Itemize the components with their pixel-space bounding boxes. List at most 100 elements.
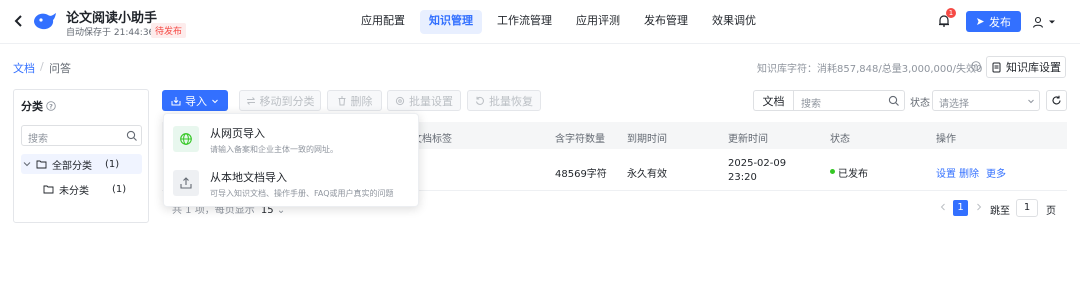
publish-label: 发布: [989, 15, 1011, 29]
import-label: 导入: [185, 94, 207, 108]
svg-text:?: ?: [49, 102, 53, 110]
breadcrumb-qa[interactable]: 问答: [49, 60, 71, 76]
caret-down-icon: [1049, 20, 1055, 24]
back-arrow-icon[interactable]: [12, 14, 26, 28]
row-status: 已发布: [838, 169, 868, 180]
col-header-actions: 操作: [936, 134, 956, 145]
kb-usage-text: 知识库字符：消耗857,848/总量3,000,000/失效0: [757, 64, 983, 75]
category-search-placeholder: 搜索: [28, 134, 48, 145]
batch-settings-button[interactable]: 批量设置: [387, 90, 461, 111]
refresh-icon: [1052, 95, 1061, 105]
tab-workflow-management[interactable]: 工作流管理: [488, 10, 561, 34]
search-icon: [126, 130, 138, 142]
row-updated-time: 23:20: [728, 172, 757, 183]
breadcrumb-documents[interactable]: 文档: [13, 60, 35, 76]
import-dropdown-menu: 从网页导入 请输入备案和企业主体一致的网址。 从本地文档导入 可导入知识文档、操…: [163, 113, 419, 207]
import-icon: [171, 96, 181, 105]
document-icon: [992, 62, 1001, 72]
tab-publish-management[interactable]: 发布管理: [635, 10, 697, 34]
doc-search-input[interactable]: 搜索: [793, 90, 905, 111]
import-from-local-desc: 可导入知识文档、操作手册、FAQ或用户真实的问题: [210, 189, 394, 198]
col-header-char-count: 含字符数量: [555, 134, 605, 145]
batch-restore-label: 批量恢复: [489, 94, 533, 108]
tab-knowledge-management[interactable]: 知识管理: [420, 10, 482, 34]
col-header-expiry: 到期时间: [627, 134, 667, 145]
status-filter-label: 状态: [910, 98, 930, 109]
chevron-down-icon: [1027, 97, 1035, 105]
app-logo-icon: [32, 10, 58, 32]
import-button[interactable]: 导入: [162, 90, 228, 111]
category-search-input[interactable]: 搜索: [21, 125, 142, 146]
move-label: 移动到分类: [259, 94, 315, 108]
kb-settings-button[interactable]: 知识库设置: [986, 56, 1066, 78]
published-status-dot: [830, 169, 835, 174]
folder-icon: [36, 160, 47, 169]
folder-icon: [43, 185, 54, 194]
category-sidebar: 分类 ? 搜索 全部分类 (1) 未分类 (1): [13, 89, 149, 223]
tree-item-label: 全部分类: [52, 160, 92, 172]
doc-search-placeholder: 搜索: [801, 99, 821, 110]
batch-settings-label: 批量设置: [409, 94, 453, 108]
col-header-updated: 更新时间: [728, 134, 768, 145]
delete-link[interactable]: 删除: [959, 165, 979, 180]
goto-label: 跳至: [990, 206, 1010, 217]
batch-restore-button[interactable]: 批量恢复: [467, 90, 541, 111]
upload-icon: [173, 170, 199, 196]
settings-link[interactable]: 设置: [936, 165, 956, 180]
pending-publish-badge: 待发布: [151, 23, 187, 38]
prev-page-icon[interactable]: [938, 202, 948, 212]
publish-button[interactable]: 发布: [966, 11, 1021, 32]
goto-page-input[interactable]: 1: [1016, 199, 1038, 217]
help-icon[interactable]: ?: [971, 61, 981, 71]
trash-icon: [338, 96, 345, 105]
chevron-down-icon[interactable]: [23, 160, 31, 168]
delete-label: 删除: [350, 94, 373, 108]
tab-effect-tuning[interactable]: 效果调优: [703, 10, 765, 34]
more-link[interactable]: 更多: [986, 165, 1006, 180]
breadcrumb-separator: /: [40, 60, 44, 73]
next-page-icon[interactable]: [974, 202, 984, 212]
import-from-web-desc: 请输入备案和企业主体一致的网址。: [210, 145, 338, 154]
type-select[interactable]: 文档: [753, 90, 793, 111]
move-to-category-button[interactable]: 移动到分类: [239, 90, 321, 111]
autosave-status: 自动保存于 21:44:36: [66, 28, 155, 38]
import-from-web-title: 从网页导入: [210, 127, 265, 140]
swap-icon: [246, 96, 255, 105]
status-select[interactable]: 请选择: [932, 90, 1040, 111]
tree-item-count: (1): [105, 158, 120, 170]
status-select-placeholder: 请选择: [939, 99, 969, 110]
tree-item-count: (1): [112, 183, 127, 195]
import-from-local-title: 从本地文档导入: [210, 171, 287, 184]
import-from-local-item[interactable]: 从本地文档导入 可导入知识文档、操作手册、FAQ或用户真实的问题: [164, 161, 420, 205]
tree-item-all-categories[interactable]: 全部分类 (1): [21, 154, 142, 174]
svg-text:?: ?: [974, 62, 977, 70]
tree-item-label: 未分类: [59, 185, 89, 197]
main-nav: 应用配置 知识管理 工作流管理 应用评测 发布管理 效果调优: [352, 10, 765, 34]
gear-icon: [395, 96, 405, 105]
category-title-text: 分类: [21, 100, 43, 113]
notification-count-badge: 1: [946, 8, 956, 18]
globe-icon: [173, 126, 199, 152]
refresh-button[interactable]: [1046, 90, 1067, 111]
tab-app-config[interactable]: 应用配置: [352, 10, 414, 34]
tree-item-uncategorized[interactable]: 未分类 (1): [21, 179, 142, 199]
row-expiry: 永久有效: [627, 169, 667, 180]
user-icon: [1032, 16, 1044, 28]
category-title: 分类 ?: [21, 98, 56, 114]
restore-icon: [476, 96, 484, 105]
search-icon: [888, 95, 900, 107]
help-icon[interactable]: ?: [46, 101, 56, 111]
col-header-status: 状态: [830, 134, 850, 145]
delete-button[interactable]: 删除: [327, 90, 382, 111]
user-menu-button[interactable]: [1031, 13, 1061, 31]
row-char-count: 48569字符: [555, 169, 607, 180]
import-from-web-item[interactable]: 从网页导入 请输入备案和企业主体一致的网址。: [164, 117, 420, 161]
chevron-down-icon: [212, 99, 218, 103]
kb-settings-label: 知识库设置: [1006, 61, 1061, 74]
tab-app-evaluation[interactable]: 应用评测: [567, 10, 629, 34]
page-suffix-label: 页: [1046, 206, 1056, 217]
send-icon: [977, 18, 984, 25]
row-updated-date: 2025-02-09: [728, 158, 787, 169]
page-number-current[interactable]: 1: [953, 200, 968, 216]
app-title: 论文阅读小助手: [66, 11, 158, 26]
